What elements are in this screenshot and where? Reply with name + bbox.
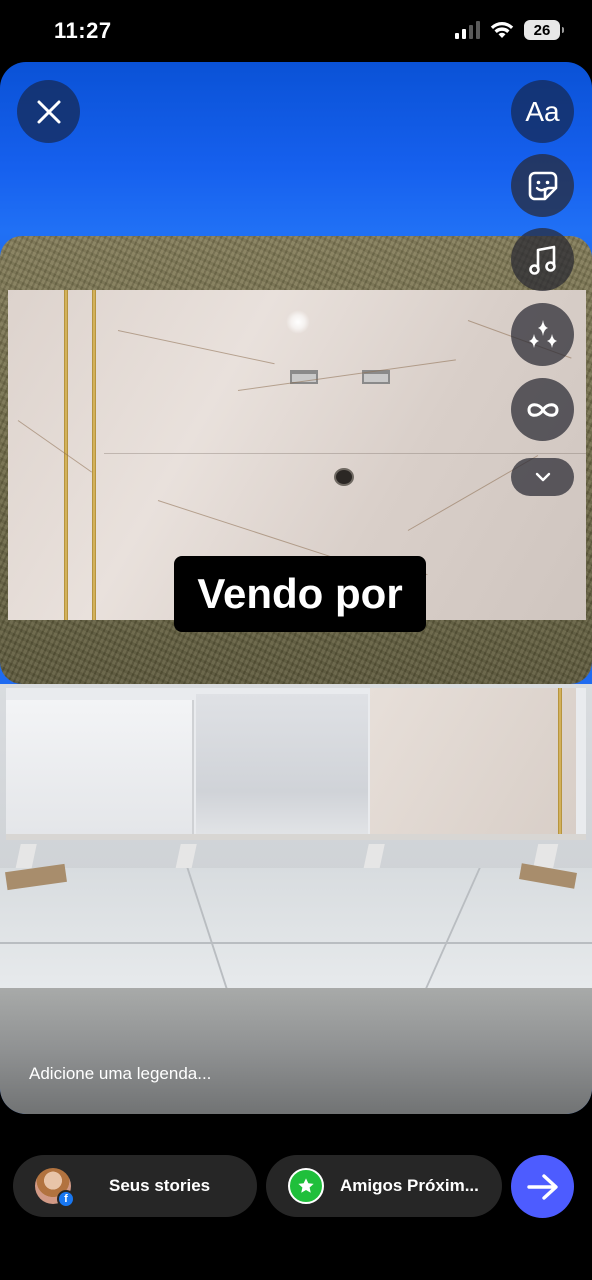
effects-sparkle-icon xyxy=(528,319,557,348)
text-sticker[interactable]: Vendo por xyxy=(174,556,426,632)
status-icons: 26 xyxy=(455,20,564,40)
tile-line xyxy=(425,868,481,988)
close-friends-button[interactable]: Amigos Próxim... xyxy=(266,1155,502,1217)
caption-input[interactable]: Adicione uma legenda... xyxy=(29,1064,211,1084)
music-icon xyxy=(528,245,556,275)
your-stories-label: Seus stories xyxy=(109,1176,211,1195)
light-glare xyxy=(286,310,310,334)
text-tool-button[interactable]: Aa xyxy=(511,80,574,143)
marble-vein xyxy=(17,420,93,473)
story-canvas[interactable]: Aa Vendo por Adicione uma legenda... xyxy=(0,62,592,1114)
marble-vein xyxy=(157,500,349,563)
wifi-icon xyxy=(490,22,514,38)
more-tools-button[interactable] xyxy=(511,458,574,496)
close-icon xyxy=(37,100,60,123)
status-time: 11:27 xyxy=(54,18,112,43)
battery-icon: 26 xyxy=(524,20,564,40)
cabinet-leg xyxy=(363,844,385,870)
sticker-icon xyxy=(528,171,557,200)
marble-vein xyxy=(117,330,275,365)
text-tool-icon: Aa xyxy=(525,95,560,127)
battery-level: 26 xyxy=(533,21,551,39)
music-button[interactable] xyxy=(511,228,574,291)
cabinet-left-door xyxy=(6,700,194,834)
cabinet-leg xyxy=(175,844,197,870)
boomerang-button[interactable] xyxy=(511,378,574,441)
avatar: f xyxy=(35,1168,75,1208)
story-photo-cabinet[interactable] xyxy=(0,684,592,988)
tile-line xyxy=(186,868,228,988)
floor-tiles xyxy=(0,863,592,988)
arrow-right-icon xyxy=(526,1173,558,1200)
facebook-icon: f xyxy=(57,1190,75,1208)
canvas-bottom-fade xyxy=(0,988,592,1114)
your-stories-button[interactable]: f Seus stories xyxy=(13,1155,257,1217)
send-button[interactable] xyxy=(511,1155,574,1218)
cable-hole xyxy=(334,468,354,486)
star-icon xyxy=(288,1168,324,1204)
tv-cabinet xyxy=(6,688,586,840)
tile-line xyxy=(0,942,592,944)
cabinet-open-shelf xyxy=(196,694,368,834)
panel-seam xyxy=(104,453,586,454)
cellular-signal-icon xyxy=(455,21,480,39)
chevron-down-icon xyxy=(535,472,550,482)
close-friends-label: Amigos Próxim... xyxy=(340,1176,479,1195)
cabinet-right-door xyxy=(370,688,576,834)
cardboard-piece xyxy=(519,863,577,889)
cardboard-piece xyxy=(5,863,67,891)
close-button[interactable] xyxy=(17,80,80,143)
marble-vein xyxy=(237,359,456,391)
status-bar: 11:27 26 xyxy=(0,0,592,62)
gold-strip xyxy=(92,290,96,620)
boomerang-infinity-icon xyxy=(526,402,559,417)
cabinet-leg xyxy=(15,844,37,870)
effects-button[interactable] xyxy=(511,303,574,366)
sticker-button[interactable] xyxy=(511,154,574,217)
